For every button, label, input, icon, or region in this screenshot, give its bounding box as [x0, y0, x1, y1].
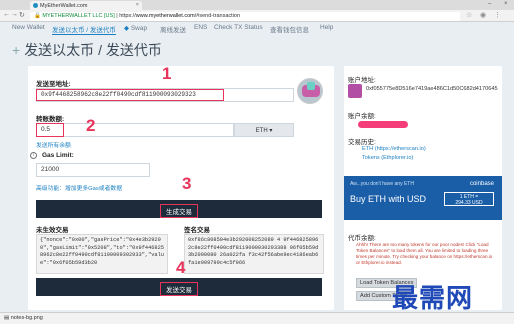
- url-secure-label: MYETHERWALLET LLC [US]: [42, 13, 115, 19]
- browser-tab-strip: MyEtherWallet.com × – ×: [0, 0, 514, 10]
- balance-redaction-bar: [358, 121, 408, 128]
- nav-offline[interactable]: 离线发送: [160, 24, 186, 34]
- reload-icon[interactable]: ↻: [19, 11, 25, 19]
- generate-transaction-button[interactable]: 生成交易: [36, 200, 322, 218]
- annotation-2: 2: [86, 116, 96, 135]
- watermark-logo: 最需网: [392, 283, 474, 313]
- token-balances-label: 代币余额:: [348, 235, 376, 242]
- send-transaction-button[interactable]: 发送交易: [36, 278, 322, 296]
- coinbase-brand: coinbase: [469, 181, 494, 187]
- amount-label: 转账数额:: [36, 116, 65, 123]
- raw-tx-value: {"nonce":"0x00","gasPrice":"0x4e3b29200"…: [40, 237, 164, 266]
- generate-transaction-label: 生成交易: [160, 204, 198, 218]
- coinbase-small-text: Aw...you don't have any ETH: [350, 181, 414, 187]
- raw-tx-box[interactable]: {"nonce":"0x00","gasPrice":"0x4e3b29200"…: [36, 234, 168, 274]
- token-warning-text: Ahhh! There are too many tokens for our …: [356, 242, 493, 265]
- extension-icon[interactable]: ◉: [480, 11, 486, 19]
- account-address-label: 账户地址:: [348, 77, 376, 84]
- nav-ens[interactable]: ENS: [194, 24, 207, 31]
- signed-tx-box[interactable]: 0xf86c808504e3b292008252089 4 9f44682589…: [184, 234, 324, 274]
- lock-icon: 🔒: [34, 13, 41, 19]
- url-prefix: https://: [119, 13, 136, 19]
- tx-history-label: 交易历史:: [348, 139, 376, 146]
- history-tokens-link[interactable]: Tokens (Ethplorer.io): [362, 155, 413, 161]
- page-title: + 发送以太币 / 发送代币: [12, 40, 162, 60]
- close-window-icon[interactable]: ×: [504, 1, 508, 7]
- forward-icon[interactable]: →: [11, 11, 18, 18]
- url-field[interactable]: 🔒 MYETHERWALLET LLC [US] | https://www.m…: [30, 11, 460, 21]
- close-tab-icon[interactable]: ×: [136, 2, 139, 8]
- send-all-link[interactable]: 发送所有余额: [36, 140, 71, 149]
- swap-icon: ◆: [124, 25, 131, 32]
- plus-icon: +: [12, 42, 21, 58]
- back-icon[interactable]: ←: [3, 11, 10, 18]
- favicon-icon: [33, 3, 38, 8]
- coinbase-buy-text: Buy ETH with USD: [350, 194, 427, 204]
- nav-new-wallet[interactable]: New Wallet: [12, 24, 45, 31]
- coinbase-price-line-2: 294.33 USD: [455, 200, 483, 206]
- raw-tx-label: 未生效交易: [36, 227, 69, 234]
- nav-tx-status[interactable]: Check TX Status: [214, 24, 263, 31]
- nav-send[interactable]: 发送以太币 / 发送代币: [52, 24, 116, 35]
- nav-swap[interactable]: ◆ Swap: [124, 24, 147, 32]
- nav-help[interactable]: Help: [320, 24, 333, 31]
- gas-limit-label: Gas Limit:: [42, 152, 74, 159]
- url-host: www.myetherwallet.com: [135, 13, 195, 19]
- highlight-amount: [36, 123, 64, 137]
- annotation-3: 3: [182, 174, 192, 193]
- menu-icon[interactable]: ⋮: [494, 11, 501, 19]
- history-eth-link[interactable]: ETH (https://etherscan.io): [362, 146, 426, 152]
- address-identicon-avatar: [297, 78, 323, 104]
- downloads-bar: ▤ notes-bg.png: [0, 312, 514, 324]
- signed-tx-label: 签名交易: [184, 227, 210, 234]
- chevron-down-icon: ▾: [267, 128, 273, 134]
- tab-title: MyEtherWallet.com: [40, 2, 88, 9]
- minimize-icon[interactable]: –: [488, 1, 491, 7]
- star-icon[interactable]: ☆: [466, 11, 472, 19]
- unit-select[interactable]: ETH ▾: [234, 123, 294, 137]
- url-path: /#send-transaction: [194, 13, 240, 19]
- amount-input[interactable]: 0.5: [36, 123, 234, 137]
- app-root: MyEtherWallet.com × – × ← → ↻ 🔒 MYETHERW…: [0, 0, 514, 324]
- to-address-label: 发送至地址:: [36, 81, 71, 88]
- signed-tx-value: 0xf86c808504e3b292008252089 4 9f44682589…: [188, 237, 319, 266]
- highlight-address: [36, 89, 224, 101]
- send-form-card: 发送至地址: 0x9f4468258962c8e22ff0490cdf81190…: [28, 64, 334, 310]
- unit-value: ETH: [255, 128, 268, 134]
- page-title-text: 发送以太币 / 发送代币: [24, 42, 162, 58]
- nav-swap-label: Swap: [130, 25, 148, 32]
- address-bar: ← → ↻ 🔒 MYETHERWALLET LLC [US] | https:/…: [0, 10, 514, 22]
- account-address-value: 0xf055775e8D516e7419ae486C1d50C682d41706…: [366, 86, 498, 92]
- nav-view-wallet[interactable]: 查看钱包信息: [270, 24, 309, 34]
- advanced-link[interactable]: 高级功能：增加更多Gas或者数据: [36, 183, 122, 192]
- coinbase-price-box: 1 ETH = 294.33 USD: [444, 192, 494, 206]
- send-transaction-label: 发送交易: [160, 282, 198, 296]
- gas-limit-value: 21000: [41, 166, 60, 173]
- gas-limit-input[interactable]: 21000: [36, 163, 150, 177]
- site-nav: New Wallet 发送以太币 / 发送代币 ◆ Swap 离线发送 ENS …: [0, 22, 514, 35]
- browser-tab[interactable]: MyEtherWallet.com ×: [30, 1, 142, 10]
- file-icon: ▤: [4, 315, 11, 321]
- download-file-name: notes-bg.png: [10, 315, 43, 321]
- wallet-sidebar: 账户地址: 0xf055775e8D516e7419ae486C1d50C682…: [344, 66, 502, 310]
- annotation-1: 1: [162, 64, 172, 83]
- annotation-4: 4: [176, 258, 186, 277]
- coinbase-buy-banner[interactable]: Aw...you don't have any ETH Buy ETH with…: [344, 176, 502, 220]
- identicon-shape-2: [307, 82, 315, 90]
- account-identicon: [348, 84, 362, 98]
- info-icon[interactable]: i: [30, 152, 37, 159]
- account-balance-label: 账户余额:: [348, 113, 376, 120]
- download-item[interactable]: ▤ notes-bg.png: [4, 315, 43, 321]
